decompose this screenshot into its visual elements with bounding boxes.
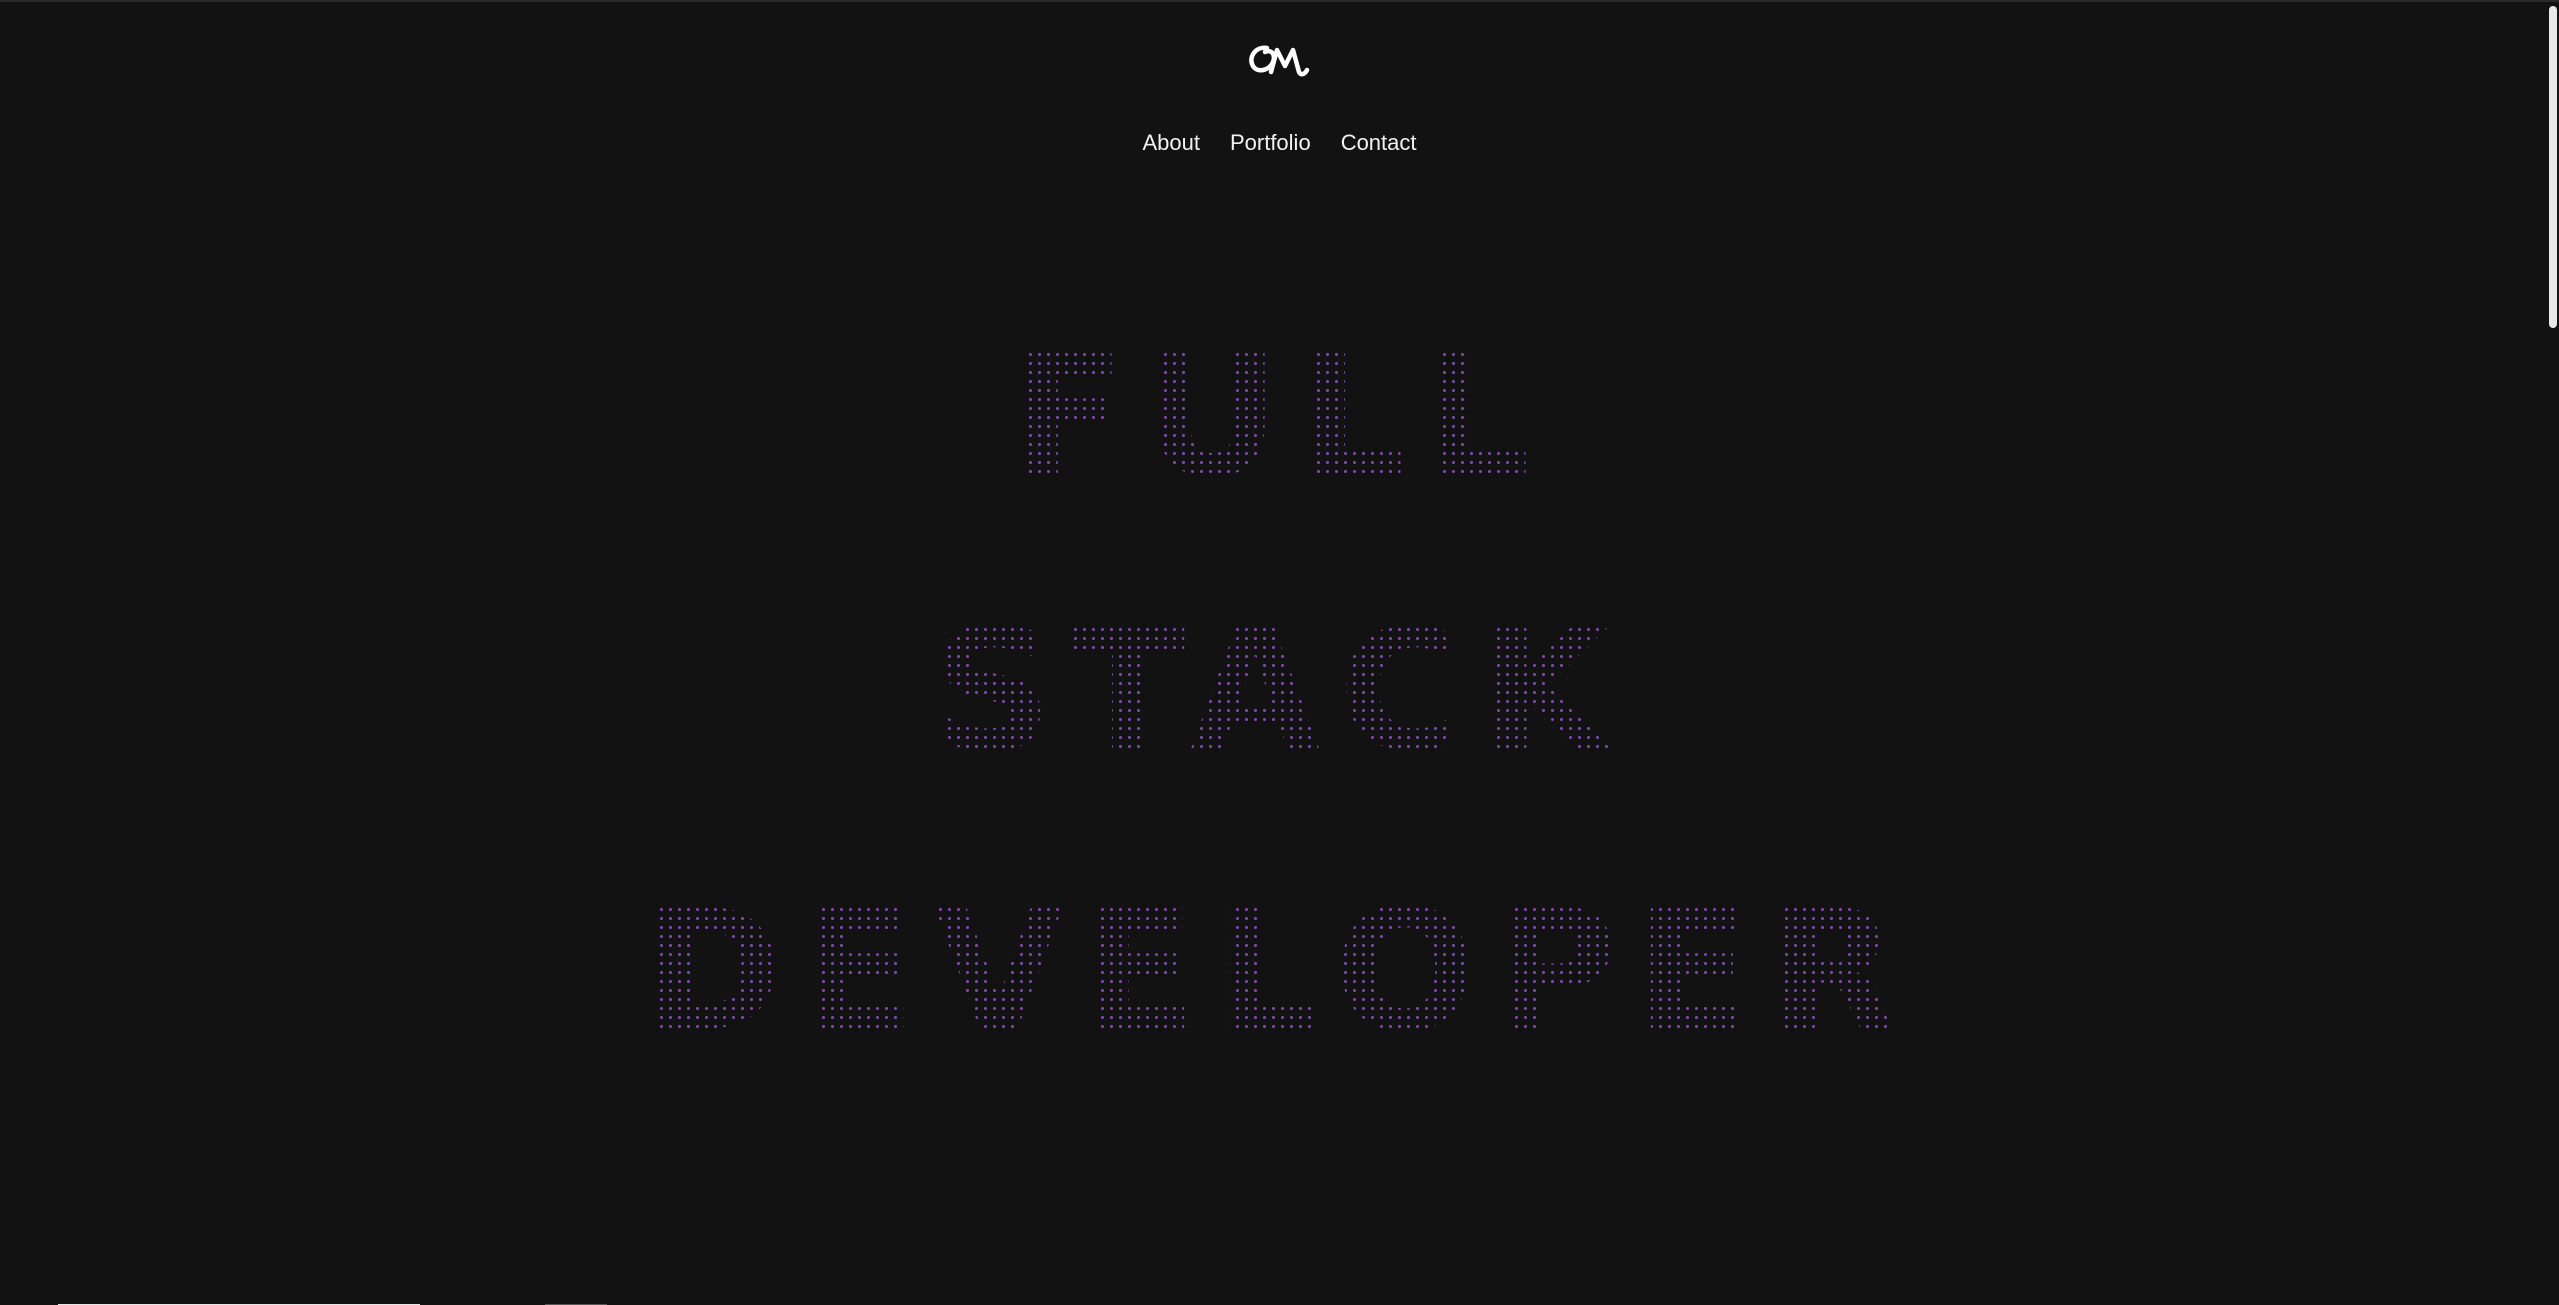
hero-line-stack: STACK — [0, 607, 2559, 775]
vertical-scrollbar[interactable] — [2545, 2, 2559, 1305]
scrollbar-thumb[interactable] — [2549, 6, 2557, 328]
hero-line-full: FULL — [0, 332, 2559, 500]
page: About Portfolio Contact FULL STACK DEVEL… — [0, 0, 2559, 1305]
hero-section: FULL STACK DEVELOPER — [0, 2, 2559, 1305]
hero-line-developer: DEVELOPER — [0, 887, 2559, 1055]
